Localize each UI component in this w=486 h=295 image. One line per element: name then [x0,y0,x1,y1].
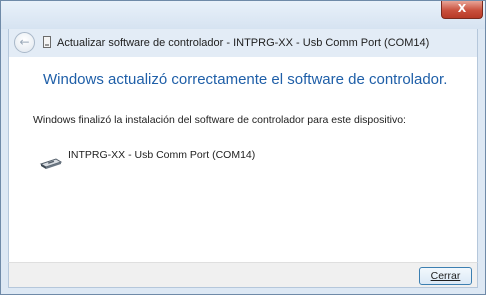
completion-message: Windows finalizó la instalación del soft… [33,114,406,126]
back-button[interactable]: ← [14,32,35,53]
close-dialog-button[interactable]: Cerrar [419,267,472,285]
navigation-bar: ← Actualizar software de controlador - I… [8,29,478,57]
dialog-window: X ← Actualizar software de controlador -… [0,0,486,295]
footer-bar: Cerrar [8,262,478,288]
success-heading: Windows actualizó correctamente el softw… [43,71,448,88]
title-bar[interactable]: X [1,1,485,29]
window-close-button[interactable]: X [441,1,483,19]
dialog-title: Actualizar software de controlador - INT… [57,37,430,49]
device-name: INTPRG-XX - Usb Comm Port (COM14) [68,149,256,161]
content-area: Windows actualizó correctamente el softw… [8,57,478,262]
device-entry: INTPRG-XX - Usb Comm Port (COM14) [39,149,339,179]
usb-port-icon [39,158,63,169]
device-icon [43,36,51,48]
